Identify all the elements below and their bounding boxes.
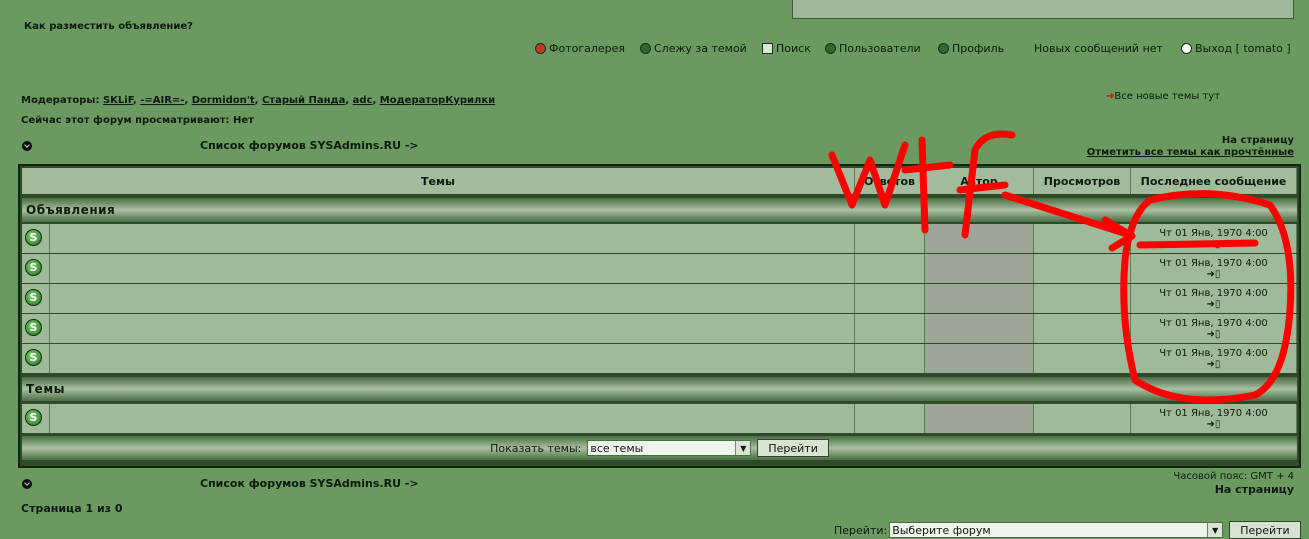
annotation-scribble xyxy=(828,130,1295,404)
